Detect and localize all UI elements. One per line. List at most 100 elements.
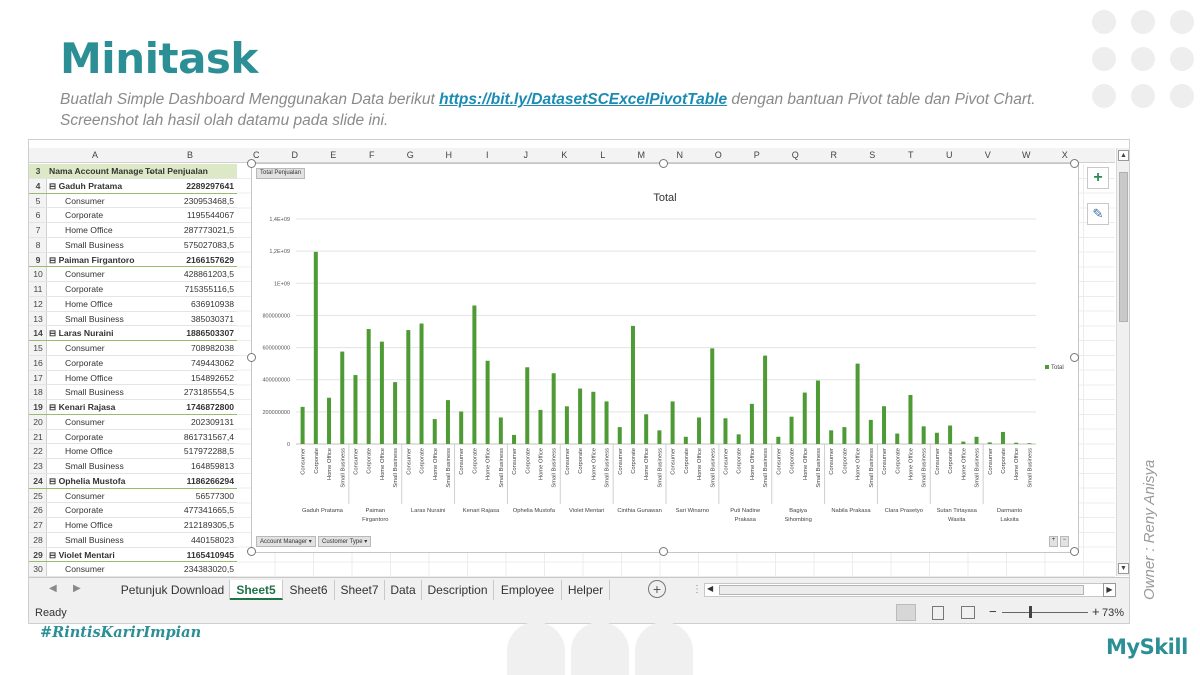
dataset-link[interactable]: https://bit.ly/DatasetSCExcelPivotTable xyxy=(439,91,727,108)
row-number[interactable]: 13 xyxy=(29,314,47,324)
pivot-detail-row[interactable]: 6 Corporate 1195544067 xyxy=(29,208,237,223)
tab-options-icon[interactable]: ⋮ xyxy=(692,584,702,595)
column-header-s[interactable]: S xyxy=(853,150,892,160)
pivot-detail-row[interactable]: 20 Consumer 202309131 xyxy=(29,415,237,430)
sheet-tab-description[interactable]: Description xyxy=(422,580,494,600)
row-number[interactable]: 10 xyxy=(29,269,47,279)
sheet-tab-helper[interactable]: Helper xyxy=(562,580,610,600)
chart-elements-plus-icon[interactable]: + xyxy=(1087,167,1109,189)
row-number[interactable]: 4 xyxy=(29,181,47,191)
pivot-detail-row[interactable]: 27 Home Office 212189305,5 xyxy=(29,518,237,533)
pivot-detail-row[interactable]: 13 Small Business 385030371 xyxy=(29,312,237,327)
scroll-left-arrow-icon[interactable]: ◀ xyxy=(707,584,713,593)
sheet-tab-sheet6[interactable]: Sheet6 xyxy=(283,580,335,600)
column-header-q[interactable]: Q xyxy=(776,150,815,160)
chart-resize-handle[interactable] xyxy=(247,159,256,168)
column-header-m[interactable]: M xyxy=(622,150,661,160)
cell-b[interactable]: 273185554,5 xyxy=(184,387,234,397)
row-number[interactable]: 20 xyxy=(29,417,47,427)
column-header-i[interactable]: I xyxy=(468,150,507,160)
row-number[interactable]: 15 xyxy=(29,343,47,353)
cell-b[interactable]: Total Penjualan xyxy=(145,166,208,176)
chart-resize-handle[interactable] xyxy=(659,547,668,556)
column-header-n[interactable]: N xyxy=(661,150,700,160)
row-number[interactable]: 3 xyxy=(29,166,47,176)
pivot-detail-row[interactable]: 23 Small Business 164859813 xyxy=(29,459,237,474)
row-number[interactable]: 16 xyxy=(29,358,47,368)
cell-b[interactable]: 212189305,5 xyxy=(184,520,234,530)
cell-b[interactable]: 1186266294 xyxy=(187,476,234,486)
cell-b[interactable]: 1165410945 xyxy=(187,550,234,560)
row-number[interactable]: 26 xyxy=(29,505,47,515)
cell-b[interactable]: 154892652 xyxy=(191,373,234,383)
cell-b[interactable]: 440158023 xyxy=(191,535,234,545)
collapse-field-button[interactable]: − xyxy=(1060,536,1069,547)
row-number[interactable]: 21 xyxy=(29,432,47,442)
chart-resize-handle[interactable] xyxy=(1070,353,1079,362)
column-header-k[interactable]: K xyxy=(545,150,584,160)
pivot-detail-row[interactable]: 10 Consumer 428861203,5 xyxy=(29,267,237,282)
cell-b[interactable]: 708982038 xyxy=(191,343,234,353)
chart-resize-handle[interactable] xyxy=(247,547,256,556)
pivot-detail-row[interactable]: 22 Home Office 517972288,5 xyxy=(29,444,237,459)
cell-a[interactable]: ⊟ Ophelia Mustofa xyxy=(49,476,125,487)
cell-b[interactable]: 1886503307 xyxy=(186,328,234,338)
pivot-chart[interactable]: Total Penjualan Total 0 200000000 40000000… xyxy=(251,163,1079,553)
cell-b[interactable]: 230953468,5 xyxy=(184,196,234,206)
row-number[interactable]: 7 xyxy=(29,225,47,235)
cell-a[interactable]: Consumer xyxy=(65,343,105,353)
column-header-a[interactable]: A xyxy=(47,150,143,160)
cell-a[interactable]: Home Office xyxy=(65,446,113,456)
cell-a[interactable]: Consumer xyxy=(65,269,105,279)
column-header-r[interactable]: R xyxy=(815,150,854,160)
row-number[interactable]: 19 xyxy=(29,402,47,412)
cell-a[interactable]: Small Business xyxy=(65,314,124,324)
column-header-p[interactable]: P xyxy=(738,150,777,160)
column-header-v[interactable]: V xyxy=(969,150,1008,160)
row-number[interactable]: 8 xyxy=(29,240,47,250)
pivot-detail-row[interactable]: 18 Small Business 273185554,5 xyxy=(29,385,237,400)
row-number[interactable]: 30 xyxy=(29,564,47,574)
pivot-detail-row[interactable]: 5 Consumer 230953468,5 xyxy=(29,194,237,209)
column-header-x[interactable]: X xyxy=(1046,150,1085,160)
cell-a[interactable]: Consumer xyxy=(65,491,105,501)
column-header-w[interactable]: W xyxy=(1007,150,1046,160)
cell-a[interactable]: Corporate xyxy=(65,358,103,368)
column-header-e[interactable]: E xyxy=(314,150,353,160)
cell-b[interactable]: 2289297641 xyxy=(186,181,234,191)
pivot-manager-row[interactable]: 19 ⊟ Kenari Rajasa 1746872800 xyxy=(29,400,237,415)
pivot-detail-row[interactable]: 26 Corporate 477341665,5 xyxy=(29,503,237,518)
cell-b[interactable]: 2166157629 xyxy=(186,255,234,265)
zoom-out-button[interactable]: − xyxy=(989,604,997,619)
row-number[interactable]: 5 xyxy=(29,196,47,206)
cell-b[interactable]: 749443062 xyxy=(191,358,234,368)
scroll-down-arrow-icon[interactable]: ▼ xyxy=(1118,563,1129,574)
column-header-b[interactable]: B xyxy=(143,150,237,160)
cell-a[interactable]: Small Business xyxy=(65,535,124,545)
chart-resize-handle[interactable] xyxy=(1070,159,1079,168)
pivot-detail-row[interactable]: 25 Consumer 56577300 xyxy=(29,489,237,504)
pivot-detail-row[interactable]: 21 Corporate 861731567,4 xyxy=(29,430,237,445)
page-break-view-icon[interactable] xyxy=(961,606,975,619)
column-header-j[interactable]: J xyxy=(507,150,546,160)
cell-a[interactable]: Small Business xyxy=(65,387,124,397)
scroll-right-arrow-icon[interactable]: ▶ xyxy=(1103,583,1116,597)
scroll-up-arrow-icon[interactable]: ▲ xyxy=(1118,150,1129,161)
cell-a[interactable]: ⊟ Violet Mentari xyxy=(49,550,115,561)
row-number[interactable]: 29 xyxy=(29,550,47,560)
row-number[interactable]: 28 xyxy=(29,535,47,545)
sheet-tab-petunjuk-download[interactable]: Petunjuk Download xyxy=(116,580,230,600)
chart-resize-handle[interactable] xyxy=(1070,547,1079,556)
zoom-slider[interactable] xyxy=(1002,612,1088,613)
pivot-detail-row[interactable]: 7 Home Office 287773021,5 xyxy=(29,223,237,238)
cell-b[interactable]: 1746872800 xyxy=(186,402,234,412)
row-number[interactable]: 11 xyxy=(29,284,47,294)
sheet-tab-sheet5[interactable]: Sheet5 xyxy=(230,580,283,600)
row-number[interactable]: 14 xyxy=(29,328,47,338)
pivot-manager-row[interactable]: 24 ⊟ Ophelia Mustofa 1186266294 xyxy=(29,474,237,489)
cell-a[interactable]: Home Office xyxy=(65,520,113,530)
zoom-slider-thumb[interactable] xyxy=(1029,606,1032,618)
cell-b[interactable]: 234383020,5 xyxy=(184,564,234,574)
cell-a[interactable]: Home Office xyxy=(65,225,113,235)
horizontal-scroll-thumb[interactable] xyxy=(719,585,1084,595)
